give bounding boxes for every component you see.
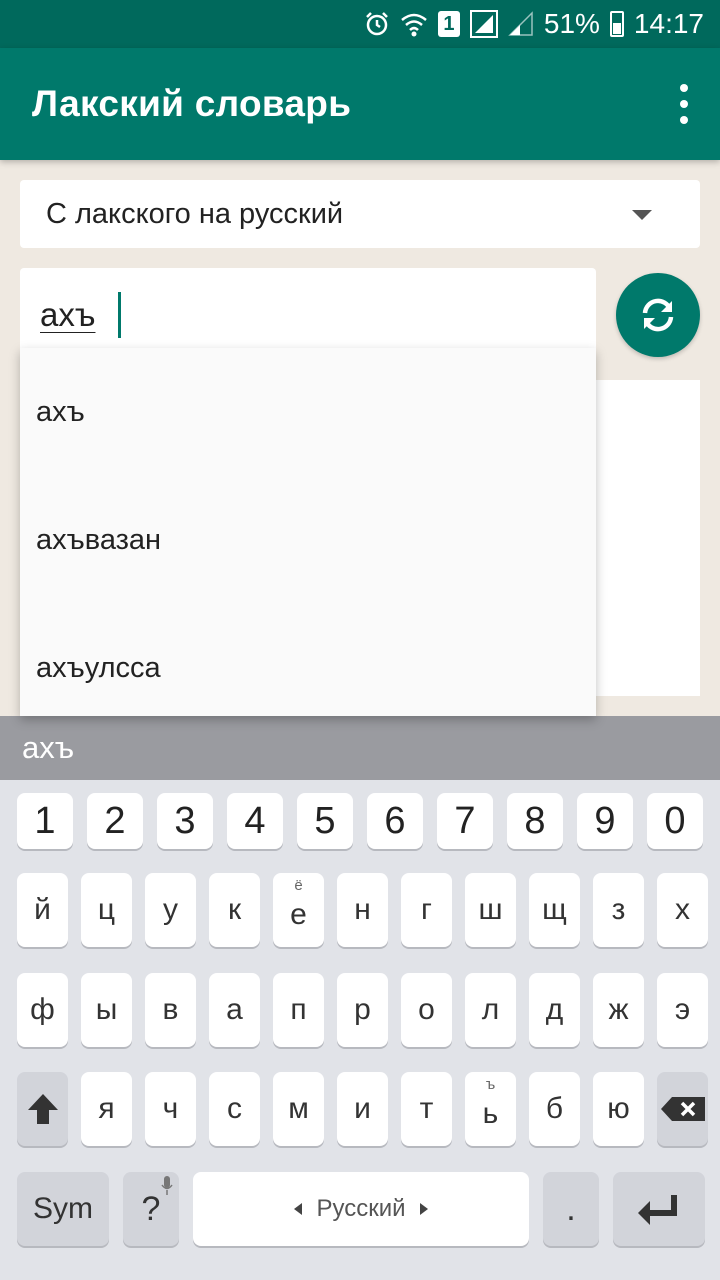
- suggestion-item[interactable]: ахъвазан: [20, 476, 596, 604]
- space-key-label: Русский: [316, 1195, 406, 1222]
- key-letter[interactable]: э: [657, 973, 708, 1047]
- key-label: ?: [141, 1189, 161, 1228]
- alarm-icon: [365, 12, 388, 36]
- sim-icon: 1: [437, 11, 460, 37]
- suggestions-dropdown: ахъ ахъвазан ахъулсса: [20, 348, 596, 716]
- key-letter[interactable]: а: [209, 973, 260, 1047]
- key-letter[interactable]: ф: [17, 973, 68, 1047]
- backspace-icon: [660, 1097, 705, 1121]
- key-letter[interactable]: ч: [145, 1072, 196, 1146]
- suggestion-label: ахъ: [36, 395, 85, 428]
- key-label: е: [290, 898, 307, 931]
- swap-direction-button[interactable]: [616, 273, 700, 357]
- refresh-icon: [642, 298, 674, 332]
- battery-percent: 51%: [543, 8, 600, 39]
- key-3[interactable]: 3: [157, 793, 213, 849]
- key-letter[interactable]: й: [17, 873, 68, 947]
- overflow-menu-icon[interactable]: [676, 84, 692, 124]
- wifi-icon: [401, 13, 427, 37]
- backspace-key[interactable]: [657, 1072, 708, 1146]
- shift-icon: [27, 1094, 58, 1124]
- key-letter-soft-sign[interactable]: ъ ь: [465, 1072, 516, 1146]
- key-4[interactable]: 4: [227, 793, 283, 849]
- key-7[interactable]: 7: [437, 793, 493, 849]
- keyboard: 1 2 3 4 5 6 7 8 9 0 й ц у к ё е н г ш щ …: [0, 780, 720, 1280]
- key-6[interactable]: 6: [367, 793, 423, 849]
- key-letter[interactable]: р: [337, 973, 388, 1047]
- space-key[interactable]: Русский: [193, 1172, 529, 1246]
- prediction-word[interactable]: ахъ: [22, 730, 74, 766]
- key-letter[interactable]: к: [209, 873, 260, 947]
- key-letter[interactable]: т: [401, 1072, 452, 1146]
- shift-key[interactable]: [17, 1072, 68, 1146]
- dropdown-arrow-icon: [632, 210, 652, 220]
- text-cursor: [118, 292, 121, 338]
- search-input-value[interactable]: ахъ: [40, 296, 95, 334]
- suggestion-item[interactable]: ахъулсса: [20, 604, 596, 732]
- key-letter[interactable]: х: [657, 873, 708, 947]
- key-hint: ъ: [485, 1076, 496, 1093]
- key-letter[interactable]: б: [529, 1072, 580, 1146]
- direction-select[interactable]: С лакского на русский: [20, 180, 700, 248]
- enter-icon: [638, 1195, 677, 1225]
- key-letter[interactable]: м: [273, 1072, 324, 1146]
- enter-key[interactable]: [613, 1172, 705, 1246]
- key-letter[interactable]: л: [465, 973, 516, 1047]
- key-letter-e[interactable]: ё е: [273, 873, 324, 947]
- suggestion-item[interactable]: ахъ: [20, 348, 596, 476]
- key-letter[interactable]: ш: [465, 873, 516, 947]
- key-letter[interactable]: з: [593, 873, 644, 947]
- battery-icon: [609, 11, 624, 37]
- chevron-left-icon: [294, 1203, 303, 1215]
- app-title: Лакский словарь: [32, 83, 352, 124]
- key-1[interactable]: 1: [17, 793, 73, 849]
- search-field[interactable]: ахъ: [20, 268, 596, 348]
- key-letter[interactable]: н: [337, 873, 388, 947]
- key-9[interactable]: 9: [577, 793, 633, 849]
- key-letter[interactable]: ы: [81, 973, 132, 1047]
- key-letter[interactable]: п: [273, 973, 324, 1047]
- key-2[interactable]: 2: [87, 793, 143, 849]
- status-bar: 1 51% 14:17: [0, 0, 720, 48]
- key-0[interactable]: 0: [647, 793, 703, 849]
- signal-weak-icon: [508, 11, 533, 36]
- suggestion-label: ахъвазан: [36, 523, 162, 556]
- key-letter[interactable]: с: [209, 1072, 260, 1146]
- clock: 14:17: [633, 8, 704, 39]
- direction-select-value: С лакского на русский: [46, 197, 344, 230]
- app-bar: Лакский словарь: [0, 48, 720, 160]
- key-letter[interactable]: д: [529, 973, 580, 1047]
- chevron-right-icon: [419, 1203, 428, 1215]
- question-mic-key[interactable]: ?: [123, 1172, 179, 1246]
- suggestion-label: ахъулсса: [36, 651, 161, 684]
- key-5[interactable]: 5: [297, 793, 353, 849]
- key-label: ь: [482, 1097, 499, 1130]
- period-key[interactable]: .: [543, 1172, 599, 1246]
- key-letter[interactable]: о: [401, 973, 452, 1047]
- microphone-icon: [161, 1176, 173, 1195]
- result-panel: [596, 380, 700, 696]
- key-letter[interactable]: в: [145, 973, 196, 1047]
- key-letter[interactable]: у: [145, 873, 196, 947]
- key-letter[interactable]: ж: [593, 973, 644, 1047]
- key-letter[interactable]: и: [337, 1072, 388, 1146]
- key-letter[interactable]: г: [401, 873, 452, 947]
- key-letter[interactable]: ц: [81, 873, 132, 947]
- signal-icon: [469, 10, 498, 38]
- key-letter[interactable]: ю: [593, 1072, 644, 1146]
- key-8[interactable]: 8: [507, 793, 563, 849]
- key-letter[interactable]: щ: [529, 873, 580, 947]
- key-hint: ё: [294, 877, 303, 894]
- key-letter[interactable]: я: [81, 1072, 132, 1146]
- sym-key[interactable]: Sym: [17, 1172, 109, 1246]
